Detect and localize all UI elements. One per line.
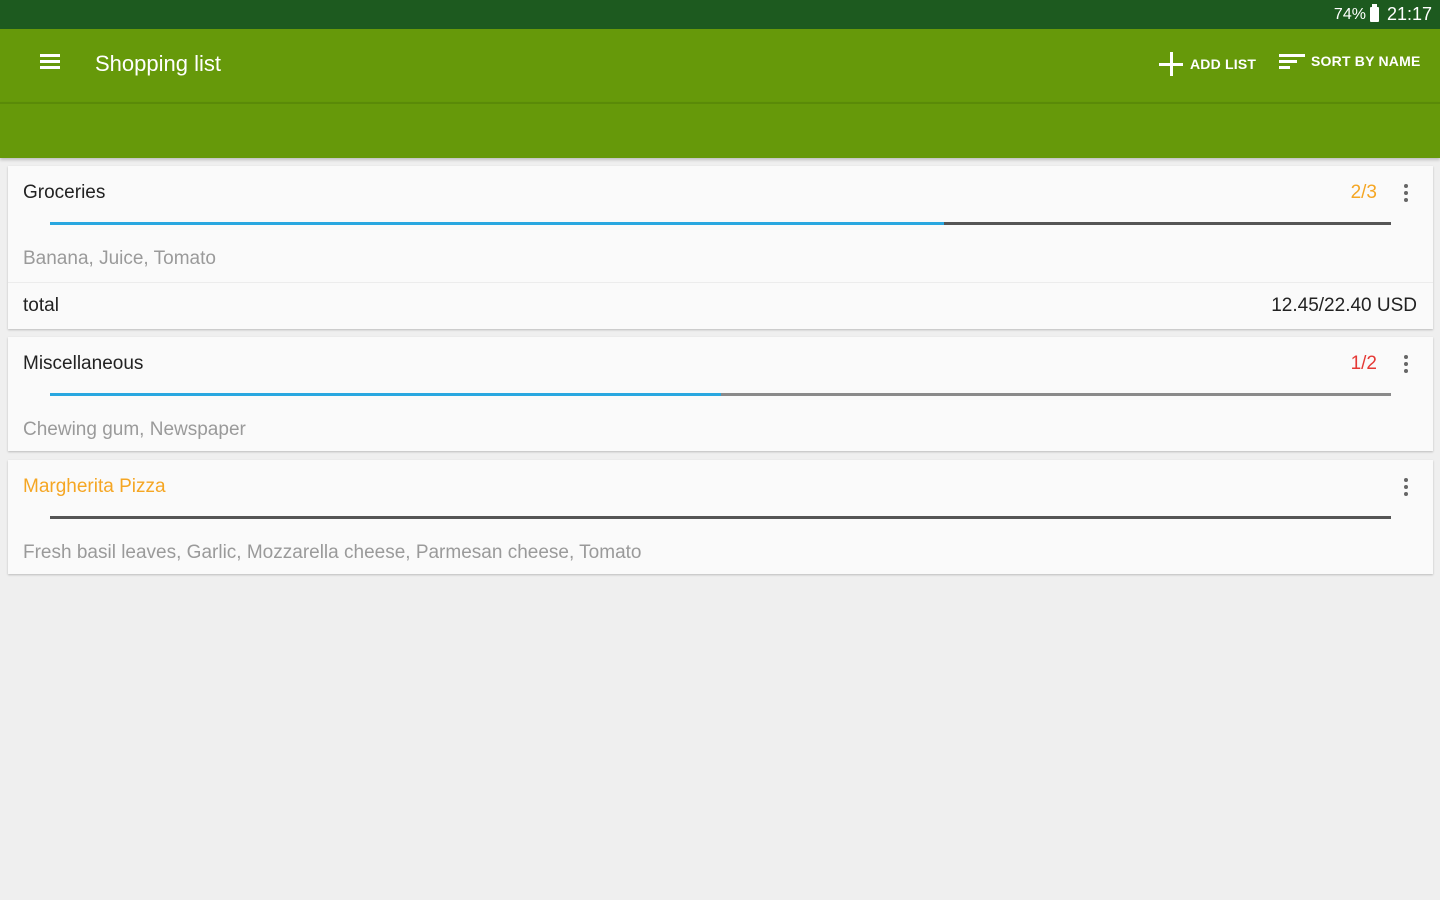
menu-button[interactable] xyxy=(36,51,64,79)
list-name: Margherita Pizza xyxy=(23,476,166,497)
status-indicators: 74% 21:17 xyxy=(1334,4,1432,25)
clock: 21:17 xyxy=(1386,4,1432,24)
list-progress-bar xyxy=(50,222,1391,225)
shopping-list-card[interactable]: Groceries 2/3 Banana, Juice, Tomato tota… xyxy=(8,166,1433,329)
list-progress-bar xyxy=(50,393,1391,396)
list-name: Miscellaneous xyxy=(23,353,144,374)
shopping-list-card[interactable]: Margherita Pizza Fresh basil leaves, Gar… xyxy=(8,460,1433,574)
hamburger-menu-icon xyxy=(36,54,64,69)
list-items: Banana, Juice, Tomato xyxy=(23,248,216,269)
add-list-button[interactable]: ADD LIST xyxy=(1158,51,1256,77)
more-vert-icon xyxy=(1404,355,1408,359)
shopping-list-card[interactable]: Miscellaneous 1/2 Chewing gum, Newspaper xyxy=(8,337,1433,451)
list-progress-fill xyxy=(50,393,721,396)
plus-icon xyxy=(1158,51,1184,77)
battery-percentage: 74% xyxy=(1333,5,1366,23)
list-progress-fill xyxy=(50,222,945,225)
list-name: Groceries xyxy=(23,182,106,203)
list-count: 2/3 xyxy=(1350,182,1377,203)
add-list-label: ADD LIST xyxy=(1190,56,1257,72)
list-count: 1/2 xyxy=(1350,353,1377,374)
toolbar-extension xyxy=(0,102,1440,158)
divider xyxy=(8,282,1433,283)
total-label: total xyxy=(23,295,59,316)
more-vert-icon xyxy=(1404,184,1408,188)
more-options-button[interactable] xyxy=(1399,474,1413,500)
more-vert-icon xyxy=(1404,478,1408,482)
battery-icon xyxy=(1369,4,1379,22)
list-progress-bar xyxy=(50,516,1391,519)
sort-label: SORT BY NAME xyxy=(1311,53,1421,69)
sort-icon xyxy=(1279,51,1305,71)
app-toolbar: Shopping list ADD LIST SORT BY NAME xyxy=(0,29,1440,102)
status-bar: 74% 21:17 xyxy=(0,0,1440,29)
page-title: Shopping list xyxy=(95,51,221,76)
list-items: Chewing gum, Newspaper xyxy=(23,419,246,440)
list-items: Fresh basil leaves, Garlic, Mozzarella c… xyxy=(23,542,642,563)
sort-by-name-button[interactable]: SORT BY NAME xyxy=(1279,51,1421,71)
more-options-button[interactable] xyxy=(1399,180,1413,206)
more-options-button[interactable] xyxy=(1399,351,1413,377)
total-value: 12.45/22.40 USD xyxy=(1271,295,1417,316)
